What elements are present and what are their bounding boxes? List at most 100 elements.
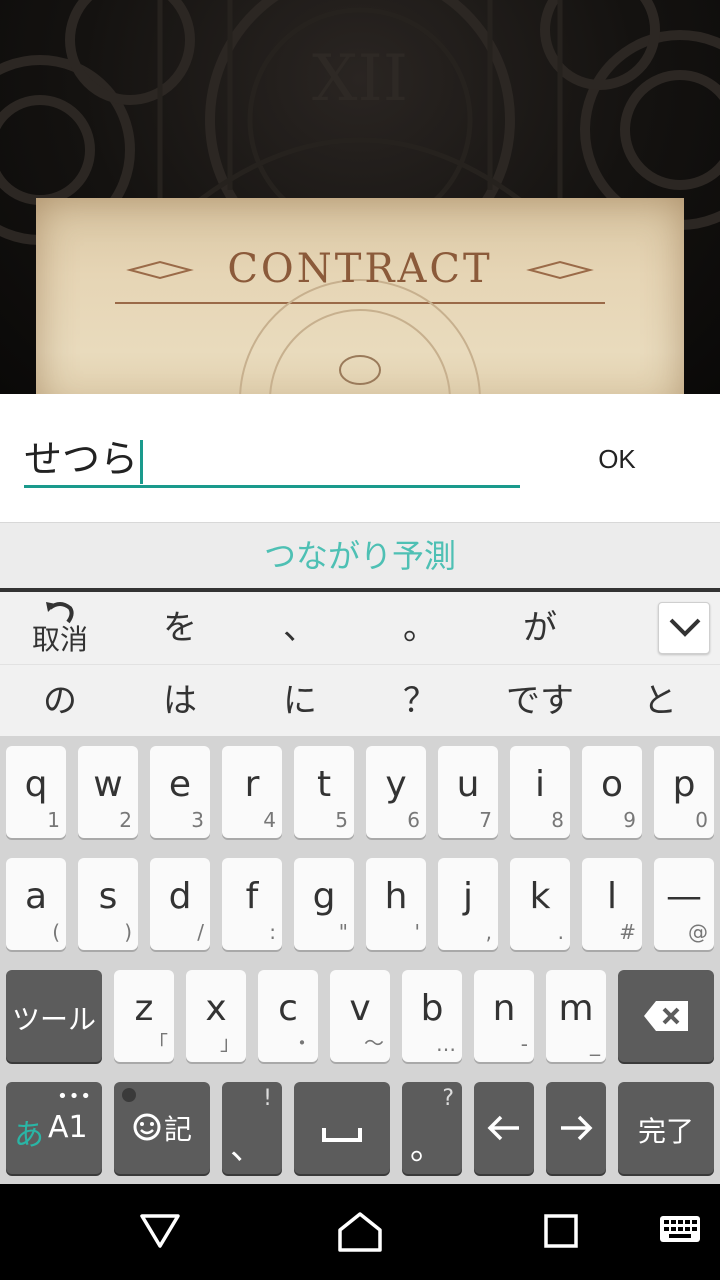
triangle-back-icon[interactable]: [136, 1210, 184, 1254]
candidate[interactable]: の: [0, 665, 120, 737]
key-sublabel: ?: [442, 1086, 454, 1111]
key-x[interactable]: x」: [186, 970, 246, 1062]
backspace-key[interactable]: [618, 970, 714, 1062]
undo-label: 取消: [31, 623, 88, 656]
emoji-symbol-key[interactable]: 記: [114, 1082, 210, 1174]
key-k[interactable]: k.: [510, 858, 570, 950]
key-label: 完了: [637, 1115, 694, 1148]
key-l[interactable]: l #: [582, 858, 642, 950]
chevron-down-icon: [669, 618, 701, 637]
text-field-underline: [24, 485, 520, 488]
key-a[interactable]: a(: [6, 858, 66, 950]
period-key[interactable]: 。 ?: [402, 1082, 462, 1174]
key-label: n: [492, 988, 516, 1029]
key-sublabel: ": [338, 920, 348, 944]
key-label: a: [24, 876, 48, 917]
candidate[interactable]: 。: [360, 592, 480, 664]
comma-key[interactable]: 、 !: [222, 1082, 282, 1174]
keyboard-icon[interactable]: [656, 1210, 704, 1254]
key-m[interactable]: m _: [546, 970, 606, 1062]
key-label: d: [168, 876, 192, 917]
key-d[interactable]: d /: [150, 858, 210, 950]
key-v[interactable]: v 〜: [330, 970, 390, 1062]
candidate[interactable]: ？: [360, 665, 480, 737]
key-label: c: [278, 988, 298, 1029]
key-sublabel: …: [436, 1032, 456, 1056]
key-label: 。: [410, 1128, 444, 1168]
key-sublabel: 4: [263, 808, 276, 832]
key-y[interactable]: y6: [366, 746, 426, 838]
home-icon[interactable]: [336, 1210, 384, 1254]
prediction-toggle[interactable]: つながり予測: [0, 522, 720, 588]
key-sublabel: (: [52, 920, 60, 944]
ok-button[interactable]: OK: [572, 432, 662, 486]
key-f[interactable]: f:: [222, 858, 282, 950]
candidate[interactable]: が: [480, 592, 600, 664]
key-sublabel: 「: [148, 1031, 168, 1055]
cursor-right-key[interactable]: [546, 1082, 606, 1174]
key-label: —: [666, 876, 702, 917]
key-t[interactable]: t5: [294, 746, 354, 838]
key-j[interactable]: j,: [438, 858, 498, 950]
cursor-left-key[interactable]: [474, 1082, 534, 1174]
candidate[interactable]: と: [600, 665, 720, 737]
key-sublabel: :: [269, 920, 276, 944]
key-label: s: [98, 876, 118, 917]
square-recents-icon[interactable]: [540, 1210, 588, 1254]
key-label: w: [93, 764, 123, 805]
key-sublabel: 3: [191, 808, 204, 832]
system-navigation-bar: [0, 1184, 720, 1280]
key-label: b: [420, 988, 444, 1029]
key-sublabel: 9: [623, 808, 636, 832]
key-i[interactable]: i8: [510, 746, 570, 838]
key-sublabel: .: [557, 920, 564, 944]
key-label: m: [558, 988, 594, 1029]
backspace-icon: [644, 1001, 688, 1031]
key-b[interactable]: b…: [402, 970, 462, 1062]
key-w[interactable]: w2: [78, 746, 138, 838]
key-sublabel: -: [520, 1032, 528, 1056]
candidate[interactable]: は: [120, 665, 240, 737]
key-u[interactable]: u7: [438, 746, 498, 838]
key-sublabel: 7: [479, 808, 492, 832]
game-background: XII CONTRACT: [0, 0, 720, 394]
key-e[interactable]: e3: [150, 746, 210, 838]
key-label: g: [312, 876, 336, 917]
key-r[interactable]: r4: [222, 746, 282, 838]
key-g[interactable]: g ": [294, 858, 354, 950]
key-s[interactable]: s): [78, 858, 138, 950]
key-q[interactable]: q1: [6, 746, 66, 838]
key-label: k: [529, 876, 551, 917]
key-c[interactable]: c ・: [258, 970, 318, 1062]
input-mode-key[interactable]: ••• あ A1: [6, 1082, 102, 1174]
key-n[interactable]: n-: [474, 970, 534, 1062]
tool-key[interactable]: ツール: [6, 970, 102, 1062]
candidate[interactable]: に: [240, 665, 360, 737]
parchment-ornaments: [115, 260, 605, 394]
arrow-right-icon: [561, 1115, 593, 1141]
candidate[interactable]: 、: [240, 592, 360, 664]
space-key[interactable]: [294, 1082, 390, 1174]
key-sublabel: 6: [407, 808, 420, 832]
name-text-field[interactable]: せつら: [24, 430, 520, 488]
key-dash[interactable]: — @: [654, 858, 714, 950]
contract-title: CONTRACT: [227, 246, 493, 292]
key-label: x: [205, 988, 227, 1029]
key-sublabel: ・: [292, 1031, 312, 1055]
key-z[interactable]: z 「: [114, 970, 174, 1062]
key-label: v: [349, 988, 371, 1029]
key-o[interactable]: o9: [582, 746, 642, 838]
collapse-candidates-button[interactable]: [658, 602, 710, 654]
undo-button[interactable]: 取消: [20, 592, 100, 664]
key-label: r: [244, 764, 260, 805]
emoji-key-label: 記: [164, 1113, 193, 1146]
key-h[interactable]: h ': [366, 858, 426, 950]
key-label: j: [462, 876, 473, 917]
mode-hiragana-label: あ: [14, 1118, 44, 1153]
done-key[interactable]: 完了: [618, 1082, 714, 1174]
candidate[interactable]: です: [480, 665, 600, 737]
key-p[interactable]: p0: [654, 746, 714, 838]
indicator-dot: [122, 1088, 136, 1102]
key-label: i: [534, 764, 545, 805]
candidate[interactable]: を: [120, 592, 240, 664]
